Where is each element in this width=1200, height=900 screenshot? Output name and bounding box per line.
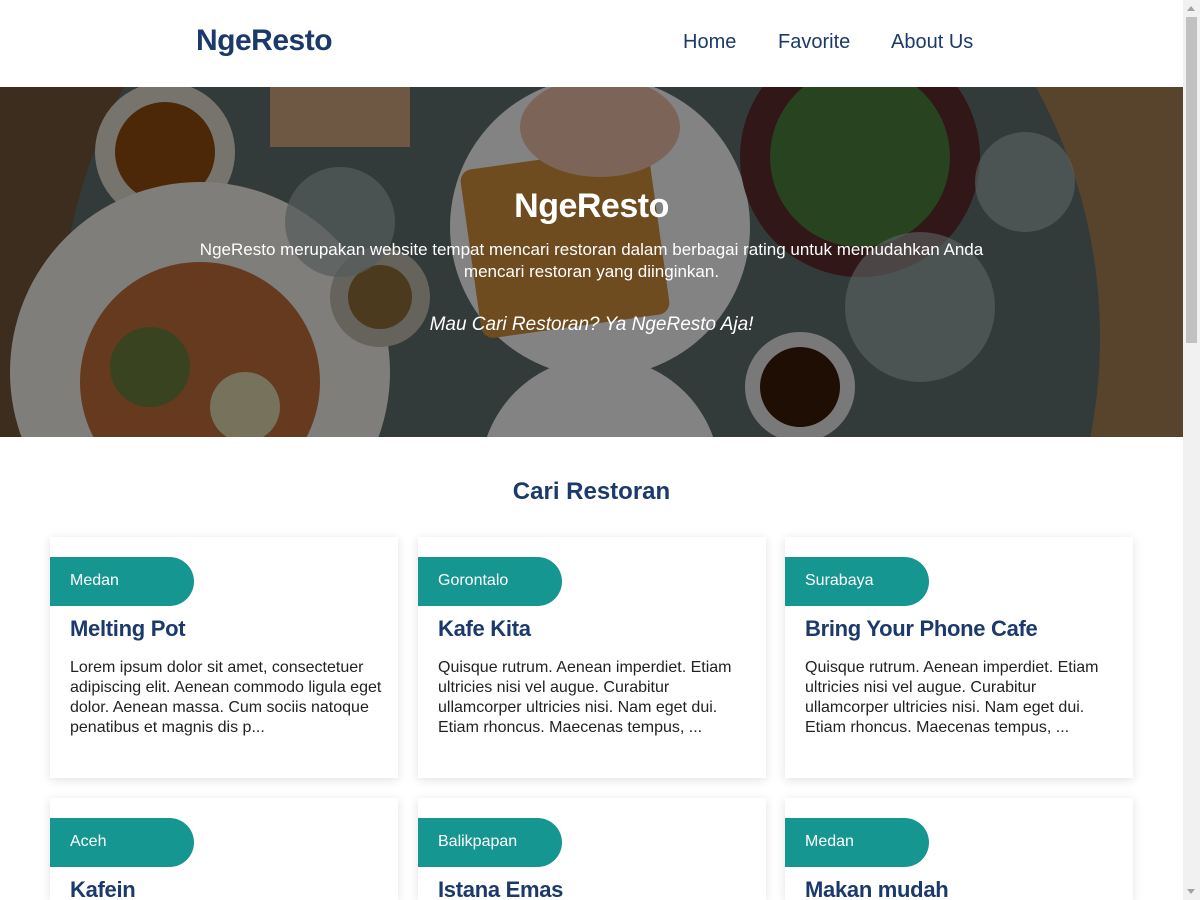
hero-tagline: Mau Cari Restoran? Ya NgeResto Aja! [429, 314, 754, 335]
restaurant-name[interactable]: Makan mudah [805, 877, 949, 900]
restaurant-card[interactable]: Surabaya Bring Your Phone Cafe Quisque r… [785, 537, 1133, 778]
hero-title: NgeResto [514, 187, 669, 225]
nav-home-link[interactable]: Home [683, 31, 736, 54]
city-badge: Medan [50, 557, 194, 606]
restaurant-card[interactable]: Aceh Kafein [50, 798, 398, 900]
section-title: Cari Restoran [512, 478, 671, 505]
restaurant-card[interactable]: Medan Makan mudah [785, 798, 1133, 900]
restaurant-card[interactable]: Balikpapan Istana Emas [418, 798, 766, 900]
city-badge: Aceh [50, 818, 194, 867]
site-header: NgeResto Home Favorite About Us [0, 0, 1183, 87]
restaurant-name[interactable]: Melting Pot [70, 616, 186, 642]
restaurant-card[interactable]: Medan Melting Pot Lorem ipsum dolor sit … [50, 537, 398, 778]
vertical-scrollbar[interactable] [1183, 0, 1200, 900]
hero-description: NgeResto merupakan website tempat mencar… [199, 240, 984, 281]
page: NgeResto Home Favorite About Us NgeResto… [0, 0, 1183, 900]
restaurant-name[interactable]: Kafe Kita [438, 616, 531, 642]
scroll-down-arrow-icon[interactable] [1187, 889, 1195, 894]
nav-about-link[interactable]: About Us [891, 31, 973, 54]
nav-favorite-link[interactable]: Favorite [778, 31, 850, 54]
scroll-up-arrow-icon[interactable] [1187, 6, 1195, 11]
city-badge: Surabaya [785, 557, 929, 606]
brand-logo[interactable]: NgeResto [196, 24, 333, 58]
restaurant-card[interactable]: Gorontalo Kafe Kita Quisque rutrum. Aene… [418, 537, 766, 778]
restaurant-name[interactable]: Kafein [70, 877, 136, 900]
city-badge: Medan [785, 818, 929, 867]
restaurant-description: Lorem ipsum dolor sit amet, consectetuer… [70, 659, 382, 736]
city-badge: Gorontalo [418, 557, 562, 606]
city-badge: Balikpapan [418, 818, 562, 867]
restaurant-name[interactable]: Bring Your Phone Cafe [805, 616, 1038, 642]
restaurant-name[interactable]: Istana Emas [438, 877, 563, 900]
hero-banner: NgeResto NgeResto merupakan website temp… [0, 87, 1183, 437]
scrollbar-thumb[interactable] [1186, 17, 1197, 343]
restaurant-description: Quisque rutrum. Aenean imperdiet. Etiam … [805, 659, 1099, 736]
restaurant-description: Quisque rutrum. Aenean imperdiet. Etiam … [438, 659, 732, 736]
